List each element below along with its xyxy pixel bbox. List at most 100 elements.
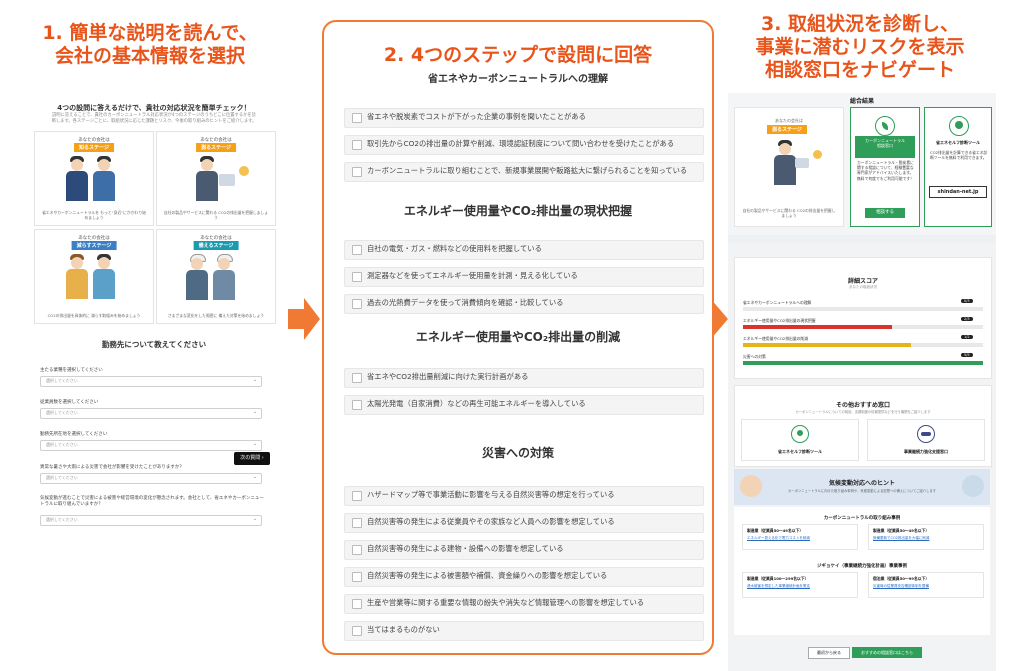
hint-banner: 気候変動対応へのヒント カーボンニュートラルに向けた取り組み事例や、気候変動によ…: [734, 469, 990, 505]
checkbox-item[interactable]: 自然災害等の発生による建物・設備への影響を想定している: [344, 540, 704, 560]
checkbox[interactable]: [352, 626, 362, 636]
chevron-down-icon: ⌄: [252, 377, 257, 383]
consult-card[interactable]: カーボンニュートラル 相談窓口 カーボンニュートラル・脱炭素に関する相談について…: [850, 107, 920, 227]
recommend-card: その他おすすめ窓口 カーボンニュートラルについての相談、支援制度の情報提供などを…: [734, 385, 992, 467]
checkbox-label: カーボンニュートラルに取り組むことで、新規事業展開や販路拡大に繋げられることを知…: [367, 166, 688, 175]
stage-badge: 知るステージ: [74, 143, 114, 152]
section-title-measurement: エネルギー使用量やCO₂排出量の現状把握: [403, 204, 633, 218]
select-placeholder: 選択してください: [46, 410, 78, 415]
score-subtitle: あなたの取組状況: [849, 285, 877, 289]
checkbox-item[interactable]: 省エネや脱炭素でコストが下がった企業の事例を聞いたことがある: [344, 108, 704, 128]
checkbox-item[interactable]: カーボンニュートラルに取り組むことで、新規事業展開や販路拡大に繋げられることを知…: [344, 162, 704, 182]
step3-header-line1: 3. 取組状況を診断し、: [760, 13, 960, 35]
intro-title: 4つの設問に答えるだけで、貴社の対応状況を簡単チェック！: [57, 104, 251, 112]
case-card-title: 製造業（従業員50〜49名以下）: [747, 528, 804, 533]
checkbox-label: 取引先からCO2の排出量の計算や削減、環境認証制度について問い合わせを受けたこと…: [367, 139, 675, 148]
recommend-section: その他おすすめ窓口 カーボンニュートラルについての相談、支援制度の情報提供などを…: [728, 383, 996, 467]
checkbox[interactable]: [352, 491, 362, 501]
case-card-link[interactable]: 災害時の従業員安否確認体制を整備: [873, 584, 929, 589]
checkbox-item[interactable]: ハザードマップ等で事業活動に影響を与える自然災害等の想定を行っている: [344, 486, 704, 506]
case-card-link[interactable]: 浸水被害を想定した事業継続計画を策定: [747, 584, 810, 589]
next-question-button[interactable]: 次の質問 ›: [234, 452, 270, 465]
question-label: 勤務先所在地を選択してください: [40, 432, 108, 437]
checkbox[interactable]: [352, 113, 362, 123]
checkbox[interactable]: [352, 545, 362, 555]
question-label: 主たる業種を選択してください: [40, 368, 103, 373]
score-title: 詳細スコア: [847, 278, 878, 285]
checkbox-item[interactable]: 取引先からCO2の排出量の計算や削減、環境認証制度について問い合わせを受けたこと…: [344, 135, 704, 155]
checkbox[interactable]: [352, 518, 362, 528]
case-card[interactable]: 製造業（従業員50〜49名以下） 設備更新でCO2排出量を大幅に削減: [868, 524, 984, 550]
employee-count-select[interactable]: 選択してください ⌄: [40, 408, 262, 419]
recommended-consult-button[interactable]: おすすめの相談窓口はこちら: [852, 647, 922, 658]
hint-body: カーボンニュートラルの取り組み事例 製造業（従業員50〜49名以下） エネルギー…: [734, 507, 990, 635]
checkbox-item[interactable]: 測定器などを使ってエネルギー使用量を計測・見える化している: [344, 267, 704, 287]
tool-card-desc: CO2排出量を計算できる省エネ診断ツールを無料で利用できます。: [930, 150, 988, 161]
basic-info-screen: 4つの設問に答えるだけで、貴社の対応状況を簡単チェック！ 説明に答えることで、貴…: [30, 97, 278, 671]
select-placeholder: 選択してください: [46, 378, 78, 383]
score-row-tag: 1/2: [961, 335, 973, 339]
self-check-tool-card[interactable]: 省エネセルフ診断ツール CO2排出量を計算できる省エネ診断ツールを無料で利用でき…: [924, 107, 992, 227]
recommend-item[interactable]: 省エネセルフ診断ツール: [741, 419, 859, 461]
case-card-link[interactable]: エネルギー見える化で電力コストを削減: [747, 536, 810, 541]
checkbox[interactable]: [352, 245, 362, 255]
case-card[interactable]: 製造業（従業員100〜299名以下） 浸水被害を想定した事業継続計画を策定: [742, 572, 858, 598]
score-bar-fill: [743, 343, 911, 347]
lightbulb-icon: [791, 425, 809, 443]
case-card-title: 宿泊業（従業員50〜99名以下）: [873, 576, 930, 581]
case-card-title: 製造業（従業員100〜299名以下）: [747, 576, 809, 581]
checkbox-item[interactable]: 自然災害等の発生による被害額や補償、資金繰りへの影響を想定している: [344, 567, 704, 587]
checkbox-item[interactable]: 自然災害等の発生による従業員やその家族など人員への影響を想定している: [344, 513, 704, 533]
hint-title: 気候変動対応へのヒント: [828, 480, 895, 487]
disaster-impact-select[interactable]: 選択してください ⌄: [40, 473, 262, 484]
select-placeholder: 選択してください: [46, 442, 78, 447]
industry-select[interactable]: 選択してください ⌄: [40, 376, 262, 387]
checkbox-item[interactable]: 生産や営業等に関する重要な情報の紛失や消失など情報管理への影響を想定している: [344, 594, 704, 614]
case-card-link[interactable]: 設備更新でCO2排出量を大幅に削減: [873, 536, 929, 541]
checkbox[interactable]: [352, 572, 362, 582]
step1-header-line2: 会社の基本情報を選択: [54, 45, 245, 67]
checkbox[interactable]: [352, 272, 362, 282]
checkbox[interactable]: [352, 599, 362, 609]
hint-subtitle: カーボンニュートラルに向けた取り組み事例や、気候変動による影響への備えについてご…: [787, 489, 937, 493]
summary-section: 総合結果 あなたの会社は 測るステージ 自社の製品やサービスに関わる CO2の排…: [728, 93, 996, 235]
checkbox-item[interactable]: 太陽光発電（自家消費）などの再生可能エネルギーを導入している: [344, 395, 704, 415]
recommend-item-label: 事業継続力強化支援窓口: [904, 449, 948, 454]
shindan-net-logo: shindan-net.jp: [929, 186, 987, 198]
stage-card-reduce: あなたの会社は 減らすステージ CO2の排出量を具体的に 減らす取組みを始めまし…: [34, 229, 154, 324]
consult-button[interactable]: 相談する: [865, 208, 905, 218]
score-row-label: 省エネやカーボンニュートラルへの理解: [743, 300, 812, 305]
checkbox-label: 自然災害等の発生による建物・設備への影響を想定している: [367, 544, 564, 553]
step3-header: 3. 取組状況を診断し、 事業に潜むリスクを表示 相談窓口をナビゲート: [730, 13, 990, 82]
checkbox[interactable]: [352, 299, 362, 309]
stage-card-desc: CO2の排出量を具体的に 減らす取組みを始めましょう: [47, 313, 141, 318]
score-bar-fill: [743, 325, 892, 329]
checkbox-item[interactable]: 省エネやCO2排出量削減に向けた実行計画がある: [344, 368, 704, 388]
consult-card-desc: カーボンニュートラル・脱炭素に関する相談について、経験豊富な専門家がアドバイスい…: [857, 160, 914, 181]
checkbox-label: 省エネや脱炭素でコストが下がった企業の事例を聞いたことがある: [367, 112, 586, 121]
chevron-down-icon: ⌄: [252, 441, 257, 447]
stage-badge: 測るステージ: [196, 143, 236, 152]
hint-sec1-title: カーボンニュートラルの取り組み事例: [823, 516, 901, 521]
checkbox[interactable]: [352, 140, 362, 150]
checkbox-label: 当てはまるものがない: [367, 625, 440, 634]
carbon-initiative-select[interactable]: 選択してください ⌄: [40, 515, 262, 526]
score-row-label: エネルギー使用量やCO2排出量の削減: [743, 336, 809, 341]
back-to-start-button[interactable]: 最初から戻る: [808, 647, 850, 659]
checkbox-item[interactable]: 自社の電気・ガス・燃料などの使用料を把握している: [344, 240, 704, 260]
checkbox[interactable]: [352, 167, 362, 177]
score-bar-track: [743, 307, 983, 311]
hint-section: 気候変動対応へのヒント カーボンニュートラルに向けた取り組み事例や、気候変動によ…: [728, 467, 996, 671]
checkbox[interactable]: [352, 400, 362, 410]
recommend-item[interactable]: 事業継続力強化支援窓口: [867, 419, 985, 461]
step2-header: 2. 4つのステップで設問に回答: [383, 44, 653, 66]
checkbox[interactable]: [352, 373, 362, 383]
tool-card-title: 省エネセルフ診断ツール: [936, 140, 980, 145]
case-card[interactable]: 製造業（従業員50〜49名以下） エネルギー見える化で電力コストを削減: [742, 524, 858, 550]
checkbox-item[interactable]: 当てはまるものがない: [344, 621, 704, 641]
checkbox-label: 太陽光発電（自家消費）などの再生可能エネルギーを導入している: [367, 399, 586, 408]
case-card[interactable]: 宿泊業（従業員50〜99名以下） 災害時の従業員安否確認体制を整備: [868, 572, 984, 598]
location-select[interactable]: 選択してください ⌄: [40, 440, 262, 451]
result-title: 総合結果: [849, 98, 874, 105]
checkbox-item[interactable]: 過去の光熱費データを使って消費傾向を確認・比較している: [344, 294, 704, 314]
